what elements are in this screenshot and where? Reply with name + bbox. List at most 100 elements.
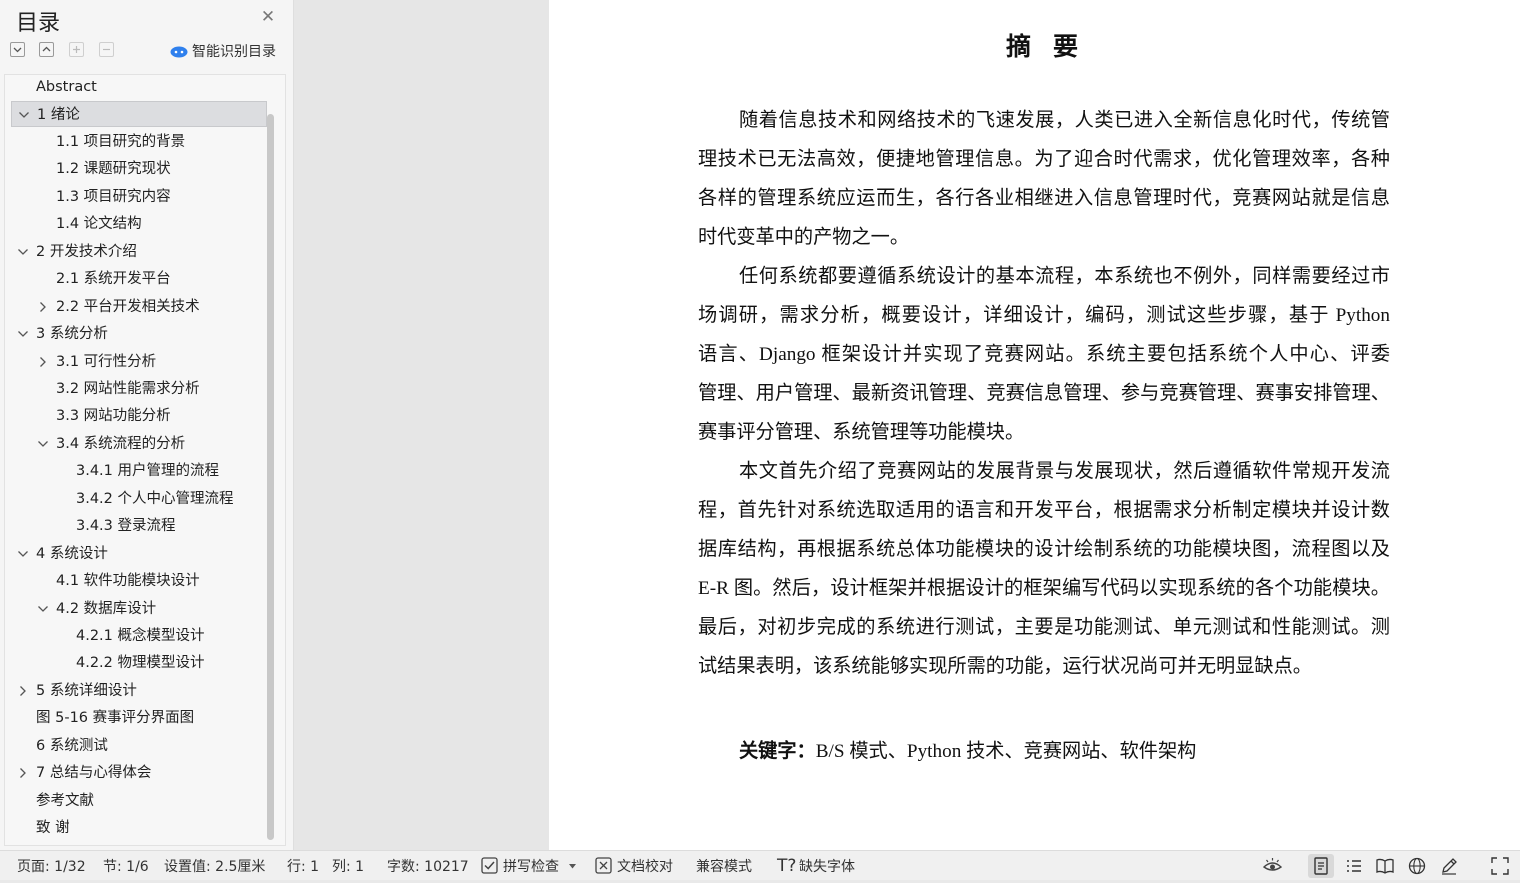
chevron-right-icon[interactable] xyxy=(37,301,49,313)
abstract-line: 语言、Django 框架设计并实现了竞赛网站。系统主要包括系统个人中心、评委 xyxy=(698,344,1390,365)
toc-item[interactable]: 3.4.2 个人中心管理流程 xyxy=(11,486,267,512)
toc-item-label: 1.4 论文结构 xyxy=(56,216,142,232)
spell-check-button[interactable]: 拼写检查 xyxy=(503,851,559,881)
toc-item-label: 1.1 项目研究的背景 xyxy=(56,134,186,150)
toc-item[interactable]: 4.1 软件功能模块设计 xyxy=(11,568,267,594)
pen-icon[interactable] xyxy=(1436,854,1462,878)
abstract-line: 赛事评分管理、系统管理等功能模块。 xyxy=(698,422,1025,443)
column-indicator[interactable]: 列: 1 xyxy=(332,851,364,881)
toc-item-label: 1.3 项目研究内容 xyxy=(56,189,171,205)
toc-item[interactable]: 3.3 网站功能分析 xyxy=(11,403,267,429)
toc-item-label: 3.4.3 登录流程 xyxy=(76,518,176,534)
toc-item[interactable]: 4.2 数据库设计 xyxy=(11,596,267,622)
toc-item-label: 3.4.2 个人中心管理流程 xyxy=(76,491,234,507)
remove-heading-icon[interactable] xyxy=(99,42,114,57)
setting-value[interactable]: 设置值: 2.5厘米 xyxy=(164,851,265,881)
toc-item-label: 3.4 系统流程的分析 xyxy=(56,436,186,452)
toc-item[interactable]: 1.1 项目研究的背景 xyxy=(11,129,267,155)
toc-item[interactable]: 1 绪论 xyxy=(11,101,267,127)
toc-item[interactable]: Abstract xyxy=(11,74,267,100)
page-view-icon[interactable] xyxy=(1308,854,1334,878)
abstract-line: 最后，对初步完成的系统进行测试，主要是功能测试、单元测试和性能测试。测 xyxy=(698,617,1390,638)
toc-item[interactable]: 2.1 系统开发平台 xyxy=(11,266,267,292)
toc-item[interactable]: 3.1 可行性分析 xyxy=(11,349,267,375)
toc-title: 目录 xyxy=(16,11,61,36)
chevron-right-icon[interactable] xyxy=(37,356,49,368)
toc-item[interactable]: 6 系统测试 xyxy=(11,733,267,759)
toc-item-label: 6 系统测试 xyxy=(36,738,108,754)
toc-item-label: 3.2 网站性能需求分析 xyxy=(56,381,200,397)
doc-proofread-icon xyxy=(595,857,612,874)
toc-scrollbar[interactable] xyxy=(267,114,276,842)
toc-item-label: 1 绪论 xyxy=(37,107,80,123)
abstract-heading: 摘要 xyxy=(1005,32,1100,61)
chevron-down-icon[interactable] xyxy=(17,246,29,258)
eye-protection-icon[interactable] xyxy=(1259,854,1285,878)
keywords-label: 关键字： xyxy=(739,741,816,762)
keywords-value: B/S 模式、Python 技术、竞赛网站、软件架构 xyxy=(815,741,1197,762)
toc-item[interactable]: 1.4 论文结构 xyxy=(11,211,267,237)
toc-item[interactable]: 2.2 平台开发相关技术 xyxy=(11,294,267,320)
toc-item[interactable]: 4 系统设计 xyxy=(11,541,267,567)
abstract-line: 管理、用户管理、最新资讯管理、竞赛信息管理、参与竞赛管理、赛事安排管理、 xyxy=(698,383,1390,404)
missing-fonts-button[interactable]: 缺失字体 xyxy=(799,851,855,881)
toc-item-label: 3.3 网站功能分析 xyxy=(56,408,171,424)
smart-toc-button[interactable]: 智能识别目录 xyxy=(170,42,276,60)
toc-item-label: 4.1 软件功能模块设计 xyxy=(56,573,200,589)
row-indicator[interactable]: 行: 1 xyxy=(287,851,319,881)
abstract-line: 理技术已无法高效，便捷地管理信息。为了迎合时代需求，优化管理效率，各种 xyxy=(698,149,1390,170)
toc-item[interactable]: 致 谢 xyxy=(11,815,267,841)
chevron-down-icon[interactable] xyxy=(37,603,49,615)
toc-item-label: 1.2 课题研究现状 xyxy=(56,161,171,177)
missing-font-icon: T? xyxy=(777,856,797,876)
doc-proofread-button[interactable]: 文档校对 xyxy=(617,851,673,881)
toc-item[interactable]: 3.2 网站性能需求分析 xyxy=(11,376,267,402)
toc-item[interactable]: 2 开发技术介绍 xyxy=(11,239,267,265)
toc-item[interactable]: 3.4 系统流程的分析 xyxy=(11,431,267,457)
toc-item-label: 3.4.1 用户管理的流程 xyxy=(76,463,220,479)
page-indicator[interactable]: 页面: 1/32 xyxy=(17,851,86,881)
toc-item[interactable]: 4.2.2 物理模型设计 xyxy=(11,650,267,676)
add-heading-icon[interactable] xyxy=(69,42,84,57)
toc-item[interactable]: 1.3 项目研究内容 xyxy=(11,184,267,210)
chevron-right-icon[interactable] xyxy=(17,767,29,779)
chevron-down-icon[interactable] xyxy=(17,328,29,340)
section-indicator[interactable]: 节: 1/6 xyxy=(103,851,149,881)
toc-item[interactable]: 4.2.1 概念模型设计 xyxy=(11,623,267,649)
word-count[interactable]: 字数: 10217 xyxy=(387,851,469,881)
toc-item[interactable]: 3 系统分析 xyxy=(11,321,267,347)
web-view-icon[interactable] xyxy=(1404,854,1430,878)
toc-item-label: 4 系统设计 xyxy=(36,546,108,562)
toc-item[interactable]: 1.2 课题研究现状 xyxy=(11,156,267,182)
toc-item-label: 4.2.1 概念模型设计 xyxy=(76,628,205,644)
toc-item-label: 致 谢 xyxy=(36,820,70,836)
toc-item[interactable]: 图 5-16 赛事评分界面图 xyxy=(11,705,267,731)
toc-item[interactable]: 5 系统详细设计 xyxy=(11,678,267,704)
chevron-down-icon[interactable] xyxy=(18,109,30,121)
expand-all-icon[interactable] xyxy=(39,42,54,57)
toc-scrollbar-thumb[interactable] xyxy=(267,114,274,840)
chevron-down-icon[interactable] xyxy=(17,548,29,560)
abstract-line: 本文首先介绍了竞赛网站的发展背景与发展现状，然后遵循软件常规开发流 xyxy=(739,461,1390,482)
status-bar: 页面: 1/32 节: 1/6 设置值: 2.5厘米 行: 1 列: 1 字数:… xyxy=(0,850,1520,880)
toc-item-label: 5 系统详细设计 xyxy=(36,683,137,699)
smart-toc-label: 智能识别目录 xyxy=(192,44,276,60)
document-page[interactable]: 摘要 随着信息技术和网络技术的飞速发展，人类已进入全新信息化时代，传统管 理技术已… xyxy=(549,0,1520,850)
toc-item-label: 参考文献 xyxy=(36,793,94,809)
compat-mode-button[interactable]: 兼容模式 xyxy=(696,851,752,881)
toc-item[interactable]: 3.4.1 用户管理的流程 xyxy=(11,458,267,484)
outline-view-icon[interactable] xyxy=(1341,854,1367,878)
abstract-line: 各样的管理系统应运而生，各行各业相继进入信息管理时代，竞赛网站就是信息 xyxy=(698,188,1390,209)
reading-view-icon[interactable] xyxy=(1372,854,1398,878)
toc-item[interactable]: 7 总结与心得体会 xyxy=(11,760,267,786)
toc-item[interactable]: 3.4.3 登录流程 xyxy=(11,513,267,539)
chevron-right-icon[interactable] xyxy=(17,685,29,697)
chevron-down-icon[interactable] xyxy=(37,438,49,450)
cloud-icon xyxy=(170,46,188,58)
toc-item[interactable]: 参考文献 xyxy=(11,788,267,814)
close-icon[interactable]: ✕ xyxy=(259,8,277,26)
abstract-line: 据库结构，再根据系统总体功能模块的设计绘制系统的功能模块图，流程图以及 xyxy=(698,539,1390,560)
fullscreen-icon[interactable] xyxy=(1487,854,1513,878)
dropdown-arrow-icon[interactable] xyxy=(569,864,576,869)
collapse-all-icon[interactable] xyxy=(10,42,25,57)
